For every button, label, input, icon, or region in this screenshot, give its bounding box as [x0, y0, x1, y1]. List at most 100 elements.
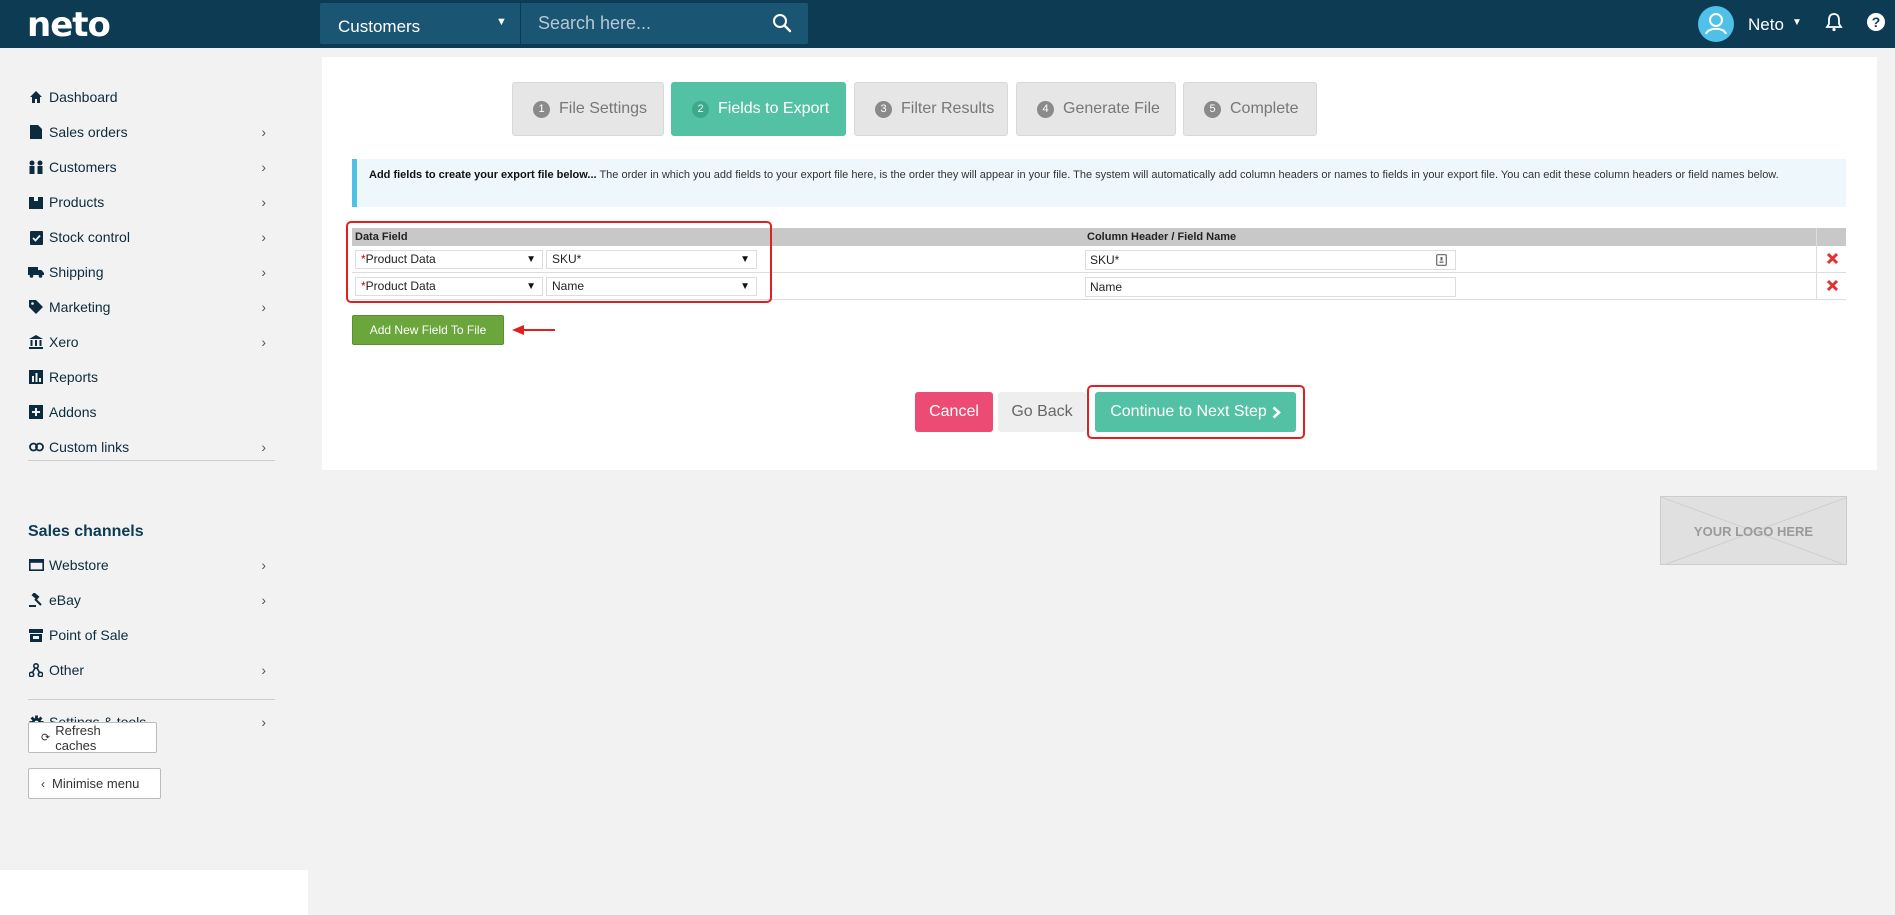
data-group-select[interactable]: *Product Data ▼	[355, 277, 543, 296]
avatar[interactable]	[1698, 6, 1734, 42]
contact-card-icon[interactable]	[1436, 254, 1447, 266]
chevron-right-icon: ›	[261, 592, 266, 608]
data-field-value: SKU*	[552, 252, 582, 266]
delete-row-icon[interactable]	[1826, 279, 1839, 292]
minimise-menu-label: Minimise menu	[52, 776, 140, 791]
plus-square-icon	[28, 404, 44, 420]
step-label: Filter Results	[901, 100, 995, 117]
sidebar-item-label: Custom links	[49, 439, 130, 455]
sidebar-item-label: eBay	[49, 592, 81, 608]
info-message-title: Add fields to create your export file be…	[369, 169, 597, 181]
column-header-input[interactable]: Name	[1085, 277, 1456, 297]
chevron-right-icon	[1272, 406, 1281, 418]
step-label: Complete	[1230, 100, 1299, 117]
sidebar-item-label: Shipping	[49, 264, 104, 280]
sidebar-item-custom-links[interactable]: Custom links ›	[28, 433, 274, 461]
continue-next-step-button[interactable]: Continue to Next Step	[1095, 392, 1296, 432]
step-number: 1	[533, 100, 550, 118]
sidebar-item-xero[interactable]: Xero ›	[28, 328, 274, 356]
refresh-caches-button[interactable]: ⟳ Refresh caches	[28, 722, 157, 753]
chevron-right-icon: ›	[261, 299, 266, 315]
continue-label: Continue to Next Step	[1110, 403, 1267, 420]
data-group-select[interactable]: *Product Data ▼	[355, 250, 543, 269]
step-file-settings[interactable]: 1 File Settings	[512, 82, 664, 136]
step-generate-file[interactable]: 4 Generate File	[1016, 82, 1176, 136]
sidebar-footer-blank	[0, 870, 308, 915]
sidebar-item-webstore[interactable]: Webstore ›	[28, 551, 274, 579]
chevron-right-icon: ›	[261, 334, 266, 350]
store-icon	[28, 627, 44, 643]
sidebar-item-label: Webstore	[49, 557, 109, 573]
sidebar-item-other[interactable]: Other ›	[28, 656, 274, 684]
caret-down-icon[interactable]: ▼	[496, 16, 507, 28]
truck-icon	[28, 264, 44, 280]
bar-chart-icon	[28, 369, 44, 385]
global-search: Customers ▼	[320, 3, 808, 44]
sidebar-item-label: Marketing	[49, 299, 111, 315]
data-group-value: Product Data	[365, 252, 436, 266]
bank-icon	[28, 334, 44, 350]
refresh-icon: ⟳	[41, 732, 51, 744]
chevron-left-icon: ‹	[41, 776, 45, 791]
cancel-button[interactable]: Cancel	[915, 392, 993, 432]
top-navigation-bar: neto Customers ▼ Neto ▼ ?	[0, 0, 1895, 48]
minimise-menu-button[interactable]: ‹ Minimise menu	[28, 768, 161, 799]
dropdown-arrow-icon: ▼	[740, 254, 750, 265]
add-new-field-button[interactable]: Add New Field To File	[352, 315, 504, 345]
export-wizard-panel: 1 File Settings 2 Fields to Export 3 Fil…	[322, 57, 1877, 470]
sidebar-item-label: Xero	[49, 334, 79, 350]
user-name[interactable]: Neto	[1748, 15, 1784, 35]
caret-down-icon[interactable]: ▼	[1792, 17, 1802, 28]
step-filter-results[interactable]: 3 Filter Results	[854, 82, 1008, 136]
go-back-button[interactable]: Go Back	[998, 392, 1086, 432]
sidebar: Dashboard Sales orders › Customers › Pro…	[0, 48, 308, 870]
sidebar-item-point-of-sale[interactable]: Point of Sale	[28, 621, 274, 649]
sidebar-item-addons[interactable]: Addons	[28, 398, 274, 426]
gavel-icon	[28, 592, 44, 608]
dropdown-arrow-icon: ▼	[740, 281, 750, 292]
tag-icon	[28, 299, 44, 315]
sidebar-item-marketing[interactable]: Marketing ›	[28, 293, 274, 321]
help-icon[interactable]: ?	[1867, 13, 1885, 31]
search-category-select[interactable]: Customers	[338, 17, 420, 37]
bell-icon[interactable]	[1825, 12, 1843, 32]
step-label: Generate File	[1063, 100, 1160, 117]
search-icon[interactable]	[772, 13, 792, 33]
column-header-value: SKU*	[1090, 253, 1120, 267]
column-header-input[interactable]: SKU*	[1085, 250, 1456, 270]
data-field-select[interactable]: SKU* ▼	[546, 250, 757, 269]
sidebar-item-dashboard[interactable]: Dashboard	[28, 83, 274, 111]
sidebar-item-label: Point of Sale	[49, 627, 129, 643]
clipboard-check-icon	[28, 229, 44, 245]
people-icon	[28, 159, 44, 175]
sidebar-item-stock-control[interactable]: Stock control ›	[28, 223, 274, 251]
step-number: 4	[1037, 100, 1054, 118]
chevron-right-icon: ›	[261, 439, 266, 455]
sidebar-item-shipping[interactable]: Shipping ›	[28, 258, 274, 286]
share-icon	[28, 662, 44, 678]
refresh-caches-label: Refresh caches	[55, 722, 101, 753]
chevron-right-icon: ›	[261, 229, 266, 245]
delete-row-icon[interactable]	[1826, 252, 1839, 265]
sidebar-divider-bottom	[28, 699, 275, 700]
sidebar-item-sales-orders[interactable]: Sales orders ›	[28, 118, 274, 146]
sidebar-item-reports[interactable]: Reports	[28, 363, 274, 391]
home-icon	[28, 89, 44, 105]
table-header: Data Field Column Header / Field Name	[352, 228, 1846, 246]
sidebar-item-label: Dashboard	[49, 89, 118, 105]
neto-logo[interactable]: neto	[27, 5, 111, 45]
data-field-select[interactable]: Name ▼	[546, 277, 757, 296]
sidebar-item-products[interactable]: Products ›	[28, 188, 274, 216]
step-complete[interactable]: 5 Complete	[1183, 82, 1317, 136]
sidebar-item-label: Customers	[49, 159, 117, 175]
column-header-data-field: Data Field	[355, 231, 408, 243]
search-input[interactable]	[520, 3, 770, 44]
sidebar-item-ebay[interactable]: eBay ›	[28, 586, 274, 614]
browser-icon	[28, 557, 44, 573]
step-fields-to-export[interactable]: 2 Fields to Export	[671, 82, 846, 136]
dropdown-arrow-icon: ▼	[526, 254, 536, 265]
step-number: 3	[875, 100, 892, 118]
chevron-right-icon: ›	[261, 662, 266, 678]
sidebar-item-customers[interactable]: Customers ›	[28, 153, 274, 181]
annotation-arrow	[512, 325, 555, 335]
